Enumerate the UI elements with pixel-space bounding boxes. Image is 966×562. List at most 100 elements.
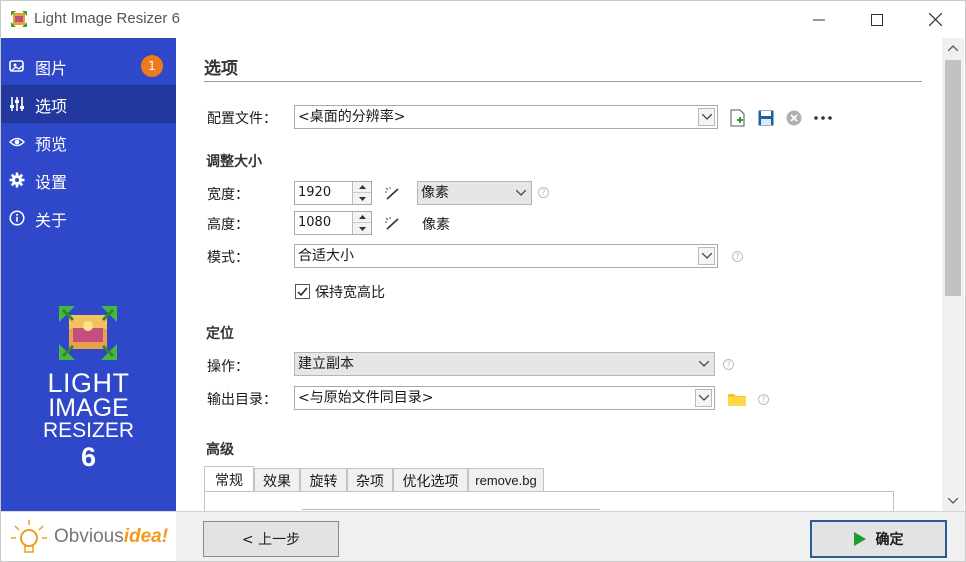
unit-select-value: 像素 (421, 185, 449, 201)
chevron-down-icon (948, 498, 958, 504)
height-unit-label: 像素 (422, 217, 450, 233)
tab-general[interactable]: 常规 (204, 466, 254, 492)
help-icon[interactable]: ? (538, 187, 549, 198)
auto-height-button[interactable] (382, 214, 402, 234)
scroll-down-button[interactable] (942, 491, 964, 511)
app-logo-icon (11, 11, 27, 27)
decrement-button[interactable] (353, 193, 371, 204)
sidebar-item-label: 设置 (35, 173, 68, 192)
help-icon[interactable]: ? (723, 359, 734, 370)
width-label: 宽度： (207, 187, 249, 203)
output-folder-select[interactable]: <与原始文件同目录> (294, 386, 715, 410)
keep-ratio-label[interactable]: 保持宽高比 (315, 282, 385, 302)
panel-divider (302, 509, 600, 510)
maximize-button[interactable] (848, 1, 906, 38)
photos-icon (9, 60, 24, 72)
app-window: Light Image Resizer 6 图片 1 选项 预览 设置 关于 L… (0, 0, 966, 562)
tab-effects[interactable]: 效果 (254, 468, 300, 492)
back-button[interactable]: < 上一步 (203, 521, 339, 557)
sliders-icon (10, 97, 24, 111)
width-value: 1920 (298, 185, 332, 200)
sidebar-item-about[interactable]: 关于 (1, 199, 176, 237)
tab-optimization[interactable]: 优化选项 (393, 468, 468, 492)
width-stepper[interactable]: 1920 (294, 181, 372, 205)
mode-select-value: 合适大小 (298, 248, 354, 264)
chevron-up-icon (948, 45, 958, 51)
brand-name-part: Obvious (54, 526, 124, 547)
tab-rotation[interactable]: 旋转 (300, 468, 347, 492)
sidebar-item-settings[interactable]: 设置 (1, 161, 176, 199)
sidebar-item-label: 图片 (35, 59, 68, 78)
more-options-icon (814, 116, 832, 120)
info-icon (9, 210, 25, 226)
resizer-logo-icon (59, 306, 117, 360)
caret-down-icon (358, 226, 366, 231)
brand-name-accent: idea! (123, 526, 169, 547)
stepper-buttons (352, 212, 371, 234)
help-icon[interactable]: ? (758, 394, 769, 405)
mode-select[interactable]: 合适大小 (294, 244, 718, 268)
lightbulb-icon (11, 520, 47, 553)
play-icon (853, 532, 866, 546)
action-select-value: 建立副本 (298, 356, 354, 372)
save-icon (758, 110, 774, 126)
unit-select[interactable]: 像素 (417, 181, 532, 205)
height-label: 高度： (207, 217, 249, 233)
profile-label: 配置文件： (207, 111, 277, 127)
logo-text-line: RESIZER (42, 419, 134, 442)
help-icon[interactable]: ? (732, 251, 743, 262)
vertical-scrollbar[interactable] (942, 38, 964, 511)
gear-icon (9, 172, 25, 188)
obviousidea-brand[interactable]: Obviousidea! (1, 511, 176, 561)
advanced-heading: 高级 (206, 442, 234, 458)
logo-version: 6 (80, 442, 97, 472)
increment-button[interactable] (353, 212, 371, 223)
keep-ratio-checkbox[interactable] (295, 284, 310, 299)
sidebar-item-label: 关于 (35, 211, 68, 230)
new-file-icon (730, 109, 745, 127)
stepper-buttons (352, 182, 371, 204)
sidebar-item-label: 预览 (35, 135, 68, 154)
output-folder-value: <与原始文件同目录> (298, 390, 434, 406)
magic-wand-icon (385, 187, 399, 200)
save-profile-button[interactable] (756, 108, 776, 128)
title-divider (204, 81, 922, 82)
sidebar-item-label: 选项 (35, 97, 68, 116)
output-folder-label: 输出目录： (207, 392, 277, 408)
action-select[interactable]: 建立副本 (294, 352, 715, 376)
tab-misc[interactable]: 杂项 (347, 468, 393, 492)
resize-heading: 调整大小 (206, 154, 262, 170)
window-title: Light Image Resizer 6 (34, 10, 180, 27)
increment-button[interactable] (353, 182, 371, 193)
decrement-button[interactable] (353, 223, 371, 234)
sidebar-item-photos[interactable]: 图片 1 (1, 47, 176, 85)
ok-button[interactable]: 确定 (810, 520, 947, 558)
browse-folder-button[interactable] (727, 389, 747, 409)
chevron-down-icon (512, 184, 529, 202)
sidebar-item-options[interactable]: 选项 (1, 85, 176, 123)
mode-label: 模式： (207, 250, 249, 266)
action-label: 操作： (207, 359, 249, 375)
more-button[interactable] (813, 108, 833, 128)
sidebar-item-preview[interactable]: 预览 (1, 123, 176, 161)
close-icon (928, 13, 942, 26)
tab-remove-bg[interactable]: remove.bg (468, 468, 544, 492)
title-bar: Light Image Resizer 6 (1, 1, 965, 38)
close-button[interactable] (906, 1, 964, 38)
chevron-down-icon (698, 108, 715, 126)
height-stepper[interactable]: 1080 (294, 211, 372, 235)
new-profile-button[interactable] (728, 108, 748, 128)
photos-count-badge: 1 (141, 55, 163, 77)
minimize-button[interactable] (790, 1, 848, 38)
options-panel: 选项 配置文件： <桌面的分辨率> 调整大小 宽度： 1920 像素 ? 高度：… (176, 38, 942, 511)
minimize-icon (813, 19, 825, 20)
delete-profile-button[interactable] (784, 108, 804, 128)
delete-icon (786, 110, 802, 126)
scroll-thumb[interactable] (945, 60, 961, 296)
auto-width-button[interactable] (382, 184, 402, 204)
profile-select[interactable]: <桌面的分辨率> (294, 105, 718, 129)
checkmark-icon (297, 287, 308, 297)
bottom-bar: < 上一步 确定 (176, 511, 965, 561)
scroll-up-button[interactable] (942, 38, 964, 58)
page-title: 选项 (204, 59, 238, 79)
